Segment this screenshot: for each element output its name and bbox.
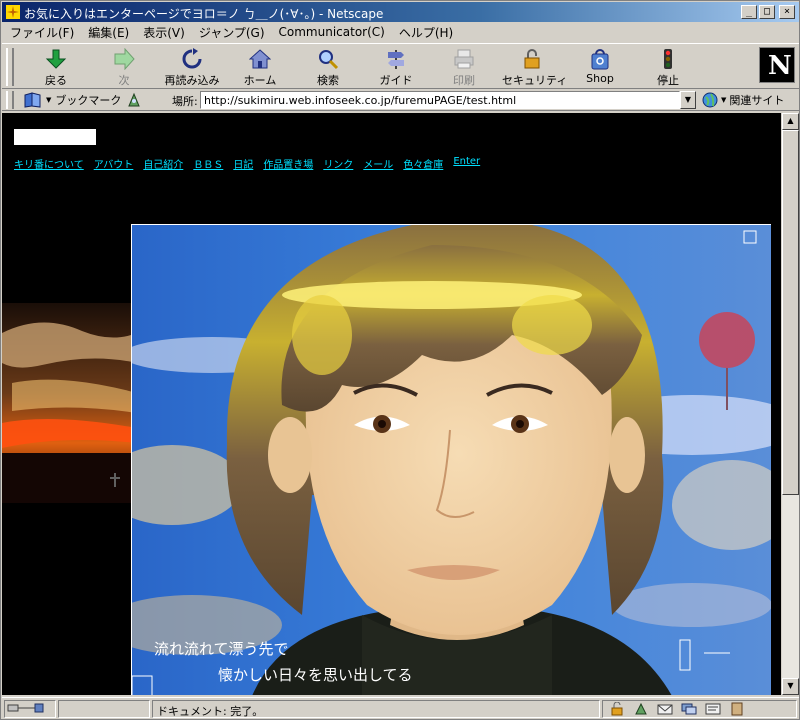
header-banner-box: [14, 129, 96, 145]
poem-line-1: 流れ流れて漂う先で: [154, 640, 289, 658]
bookmark-book-icon: [24, 92, 41, 108]
navigator-icon[interactable]: [633, 702, 649, 716]
discussion-icon[interactable]: [681, 702, 697, 716]
toolbar-grip[interactable]: [6, 48, 14, 86]
page-proxy-icon[interactable]: [126, 92, 142, 108]
window-title: お気に入りはエンターページでヨロ＝ノ ㄅ＿ノ(･∀･｡) - Netscape: [24, 7, 384, 21]
home-icon: [249, 49, 271, 69]
location-label: 場所:: [172, 95, 198, 108]
mail-icon[interactable]: [657, 702, 673, 716]
security-lock-icon[interactable]: [609, 702, 625, 716]
vertical-scrollbar[interactable]: ▲ ▼: [781, 113, 799, 695]
chevron-down-icon: ▼: [721, 96, 727, 104]
scroll-down-button[interactable]: ▼: [782, 678, 799, 695]
nav-link-links[interactable]: リンク: [323, 156, 353, 171]
reload-icon: [182, 48, 202, 69]
location-toolbar: ▼ ブックマーク 場所: ▼ ▼ 関連サイト: [2, 89, 799, 111]
nav-link-works[interactable]: 作品置き場: [263, 156, 313, 171]
status-bar: ドキュメント: 完了。: [2, 697, 799, 719]
menu-communicator[interactable]: Communicator(C): [279, 25, 385, 39]
padlock-icon: [524, 49, 540, 69]
browser-window: お気に入りはエンターページでヨロ＝ノ ㄅ＿ノ(･∀･｡) - Netscape …: [0, 0, 800, 720]
menu-go[interactable]: ジャンプ(G): [199, 24, 265, 41]
guide-button[interactable]: ガイド: [366, 46, 426, 88]
security-button[interactable]: セキュリティ: [502, 46, 567, 88]
back-button[interactable]: 戻る: [26, 46, 86, 88]
connection-plug-icon: [7, 703, 44, 713]
menu-view[interactable]: 表示(V): [143, 24, 185, 41]
related-sites-button[interactable]: ▼ 関連サイト: [702, 92, 784, 108]
menu-bar: ファイル(F) 編集(E) 表示(V) ジャンプ(G) Communicator…: [2, 22, 799, 42]
netscape-logo[interactable]: N: [759, 47, 795, 83]
minimize-button[interactable]: _: [741, 5, 757, 19]
scroll-up-button[interactable]: ▲: [782, 113, 799, 130]
nav-link-profile[interactable]: 自己紹介: [143, 156, 183, 171]
nav-link-kiriban[interactable]: キリ番について: [14, 156, 84, 171]
nav-link-storage[interactable]: 色々倉庫: [403, 156, 443, 171]
printer-icon: [454, 49, 474, 69]
page-content: キリ番について アバウト 自己紹介 ＢＢＳ 日記 作品置き場 リンク メール 色…: [2, 113, 781, 695]
close-button[interactable]: ×: [779, 5, 795, 19]
status-grip: [4, 700, 56, 718]
status-text: ドキュメント: 完了。: [152, 700, 600, 718]
navigation-toolbar: 戻る 次 再読み込み ホーム 検索 ガイド 印刷 セキュリティ Shop 停止 …: [2, 43, 799, 89]
stop-button[interactable]: 停止: [638, 46, 698, 88]
menu-edit[interactable]: 編集(E): [88, 24, 129, 41]
nav-link-bbs[interactable]: ＢＢＳ: [193, 156, 223, 171]
title-bar: お気に入りはエンターページでヨロ＝ノ ㄅ＿ノ(･∀･｡) - Netscape …: [2, 2, 799, 22]
poem-line-2: 懐かしい日々を思い出してる: [218, 666, 413, 684]
url-input[interactable]: [200, 91, 680, 109]
search-button[interactable]: 検索: [298, 46, 358, 88]
netscape-app-icon: [6, 5, 20, 19]
guide-signpost-icon: [388, 50, 404, 69]
search-icon: [319, 50, 339, 70]
forward-button[interactable]: 次: [94, 46, 154, 88]
menu-file[interactable]: ファイル(F): [10, 24, 74, 41]
print-button[interactable]: 印刷: [434, 46, 494, 88]
reload-button[interactable]: 再読み込み: [162, 46, 222, 88]
shopping-bag-icon: [591, 49, 609, 70]
back-arrow-icon: [45, 49, 67, 69]
portrait-illustration: [132, 225, 771, 695]
sunset-background-image: [2, 303, 137, 503]
nav-link-diary[interactable]: 日記: [233, 156, 253, 171]
address-book-icon[interactable]: [729, 702, 745, 716]
progress-meter: [58, 700, 150, 718]
bookmarks-button[interactable]: ▼ ブックマーク: [24, 92, 121, 108]
forward-arrow-icon: [114, 48, 135, 70]
maximize-button[interactable]: □: [759, 5, 775, 19]
menu-help[interactable]: ヘルプ(H): [399, 24, 453, 41]
site-nav: キリ番について アバウト 自己紹介 ＢＢＳ 日記 作品置き場 リンク メール 色…: [14, 156, 480, 171]
location-grip[interactable]: [6, 91, 14, 109]
nav-link-about[interactable]: アバウト: [94, 156, 134, 171]
composer-icon[interactable]: [705, 702, 721, 716]
portrait-image: 流れ流れて漂う先で 懐かしい日々を思い出してる: [131, 224, 771, 695]
globe-icon: [702, 92, 718, 108]
traffic-light-icon: [664, 49, 672, 69]
shop-button[interactable]: Shop: [570, 46, 630, 88]
url-dropdown-button[interactable]: ▼: [680, 91, 696, 109]
bookmarks-label: ブックマーク: [55, 94, 122, 107]
scroll-thumb[interactable]: [782, 130, 799, 495]
home-button[interactable]: ホーム: [230, 46, 290, 88]
component-bar: [602, 700, 797, 718]
chevron-down-icon: ▼: [46, 96, 52, 104]
nav-link-mail[interactable]: メール: [363, 156, 393, 171]
nav-link-enter[interactable]: Enter: [453, 156, 480, 171]
related-sites-label: 関連サイト: [729, 94, 785, 107]
